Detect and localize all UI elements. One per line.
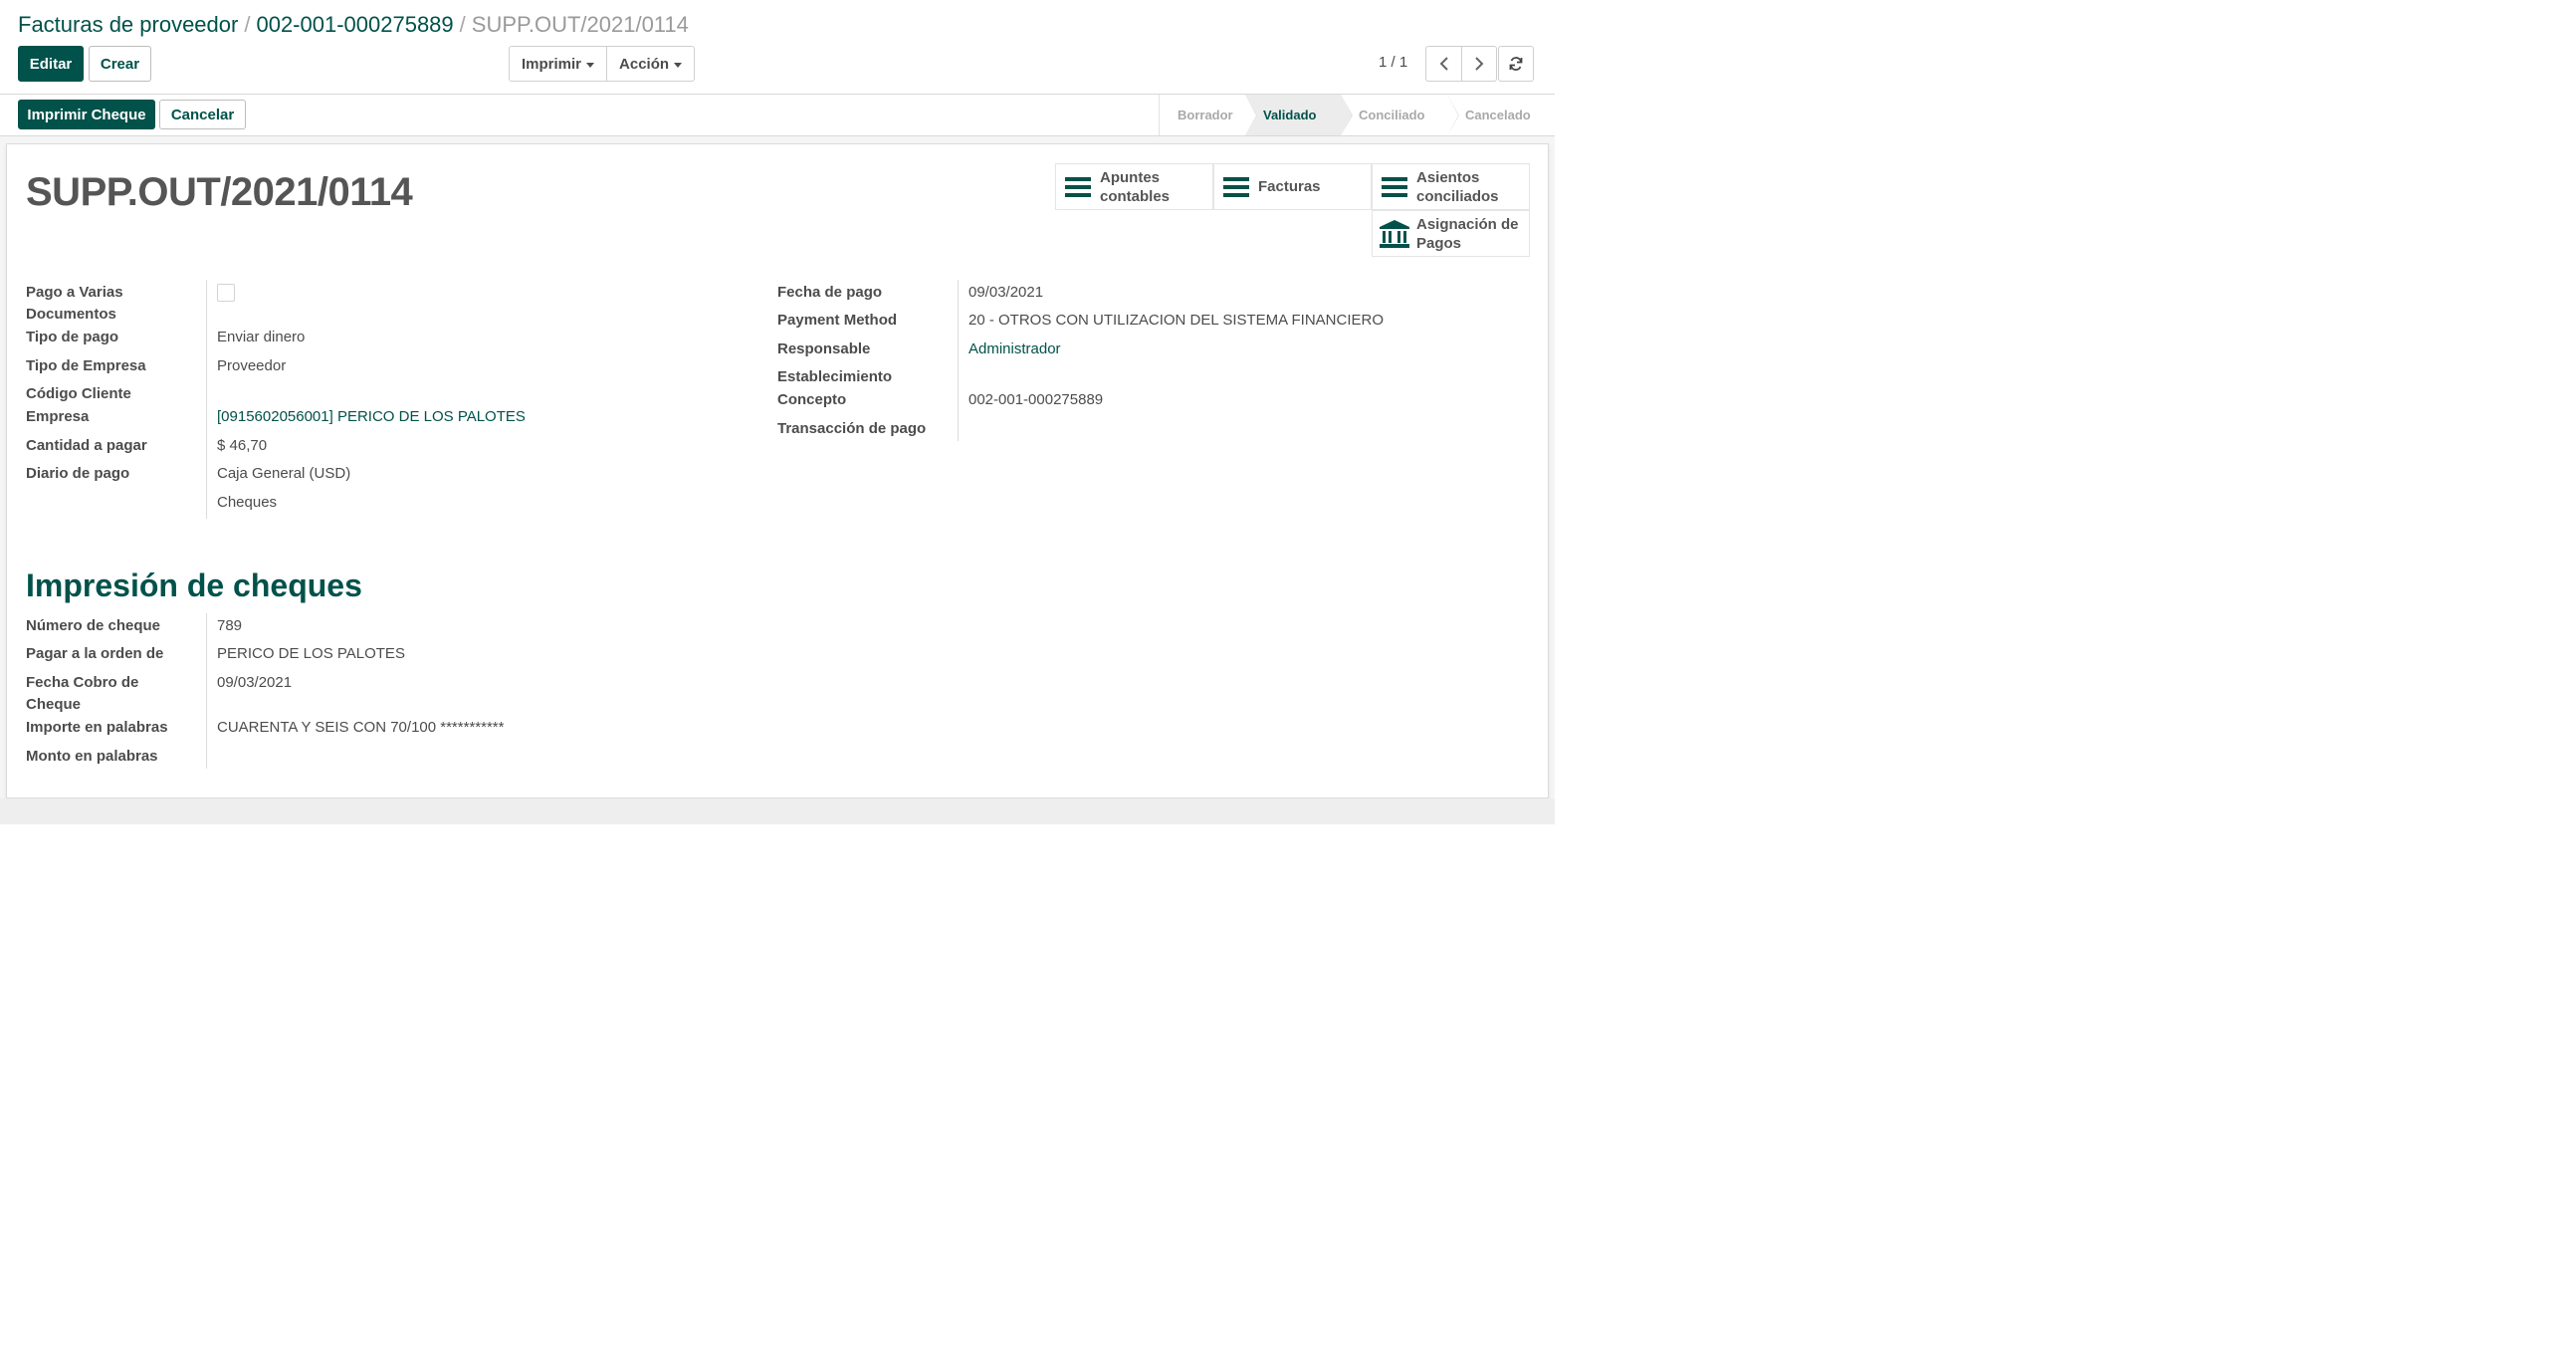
breadcrumb-current: SUPP.OUT/2021/0114 xyxy=(471,12,689,37)
refresh-button[interactable] xyxy=(1498,46,1534,82)
cancel-button[interactable]: Cancelar xyxy=(159,100,246,129)
caret-down-icon xyxy=(586,62,595,68)
responsible-label: Responsable xyxy=(777,340,871,357)
print-dropdown-label: Imprimir xyxy=(522,55,582,73)
journal-label: Diario de pago xyxy=(26,465,130,482)
pager-next-button[interactable] xyxy=(1461,47,1496,81)
smart-button-label: Asignación de Pagos xyxy=(1416,215,1519,252)
payment-assignment-smart-button[interactable]: Asignación de Pagos xyxy=(1372,210,1530,257)
stage-label: Cancelado xyxy=(1465,108,1531,122)
smart-button-label: Apuntes contables xyxy=(1100,168,1171,205)
stage-arrow-icon xyxy=(1341,95,1352,135)
stage-validated[interactable]: Validado xyxy=(1245,95,1353,135)
print-check-button[interactable]: Imprimir Cheque xyxy=(18,100,155,129)
establishment-label: Establecimiento xyxy=(777,368,893,385)
print-dropdown[interactable]: Imprimir xyxy=(510,47,606,81)
cash-date-value: 09/03/2021 xyxy=(217,674,293,691)
status-bar: Imprimir Cheque Cancelar Borrador Valida… xyxy=(0,95,1555,136)
multi-docs-label: Pago a Varias Documentos xyxy=(26,284,123,323)
partner-link[interactable]: [0915602056001] PERICO DE LOS PALOTES xyxy=(217,406,526,428)
amount-words-value: CUARENTA Y SEIS CON 70/100 *********** xyxy=(217,719,505,736)
amount-words2-label: Monto en palabras xyxy=(26,748,158,765)
check-number-label: Número de cheque xyxy=(26,617,161,634)
stage-label: Conciliado xyxy=(1359,108,1425,122)
field-separator xyxy=(958,280,959,441)
responsible-link[interactable]: Administrador xyxy=(968,339,1061,360)
journal-extra-value: Cheques xyxy=(217,494,278,511)
caret-down-icon xyxy=(674,62,683,68)
amount-value: $ 46,70 xyxy=(217,437,268,454)
stage-cancelled[interactable]: Cancelado xyxy=(1447,95,1555,135)
list-icon xyxy=(1056,176,1100,198)
stage-reconciled[interactable]: Conciliado xyxy=(1341,95,1459,135)
payment-method-label: Payment Method xyxy=(777,312,898,329)
breadcrumb: Facturas de proveedor/002-001-000275889/… xyxy=(18,11,689,39)
stage-label: Validado xyxy=(1263,108,1317,122)
partner-type-label: Tipo de Empresa xyxy=(26,357,146,374)
field-separator xyxy=(206,280,207,519)
status-stages: Borrador Validado Conciliado Cancelado xyxy=(1159,95,1555,135)
breadcrumb-item-vendor-bills[interactable]: Facturas de proveedor xyxy=(18,12,238,37)
payment-method-value: 20 - OTROS CON UTILIZACION DEL SISTEMA F… xyxy=(968,312,1385,329)
pay-to-label: Pagar a la orden de xyxy=(26,645,164,662)
payment-type-value: Enviar dinero xyxy=(217,329,306,345)
amount-label: Cantidad a pagar xyxy=(26,437,147,454)
bank-icon xyxy=(1373,219,1416,249)
amount-words-label: Importe en palabras xyxy=(26,719,168,736)
action-dropdown[interactable]: Acción xyxy=(606,47,694,81)
pager-previous-button[interactable] xyxy=(1426,47,1461,81)
record-title: SUPP.OUT/2021/0114 xyxy=(26,170,413,214)
pager-buttons xyxy=(1425,46,1497,82)
edit-button[interactable]: Editar xyxy=(18,46,84,82)
create-button[interactable]: Crear xyxy=(89,46,151,82)
payment-type-label: Tipo de pago xyxy=(26,329,119,345)
smart-button-label: Asientos conciliados xyxy=(1416,168,1499,205)
chevron-right-icon xyxy=(1475,57,1484,71)
check-number-value: 789 xyxy=(217,617,243,634)
action-dropdown-label: Acción xyxy=(619,55,670,73)
control-panel: Facturas de proveedor/002-001-000275889/… xyxy=(0,0,1555,95)
field-separator xyxy=(206,613,207,769)
stage-draft[interactable]: Borrador xyxy=(1160,95,1257,135)
pager-value[interactable]: 1 / 1 xyxy=(1379,54,1407,71)
breadcrumb-separator: / xyxy=(244,12,251,37)
transaction-label: Transacción de pago xyxy=(777,420,927,437)
cash-date-label: Fecha Cobro de Cheque xyxy=(26,674,139,713)
stage-arrow-icon xyxy=(1245,95,1256,135)
payment-date-label: Fecha de pago xyxy=(777,284,883,301)
refresh-icon xyxy=(1509,57,1523,71)
bottom-strip xyxy=(0,798,1555,824)
payment-date-value: 09/03/2021 xyxy=(968,284,1044,301)
list-icon xyxy=(1214,176,1258,198)
breadcrumb-item-invoice[interactable]: 002-001-000275889 xyxy=(256,12,453,37)
concept-value: 002-001-000275889 xyxy=(968,391,1104,408)
journal-value: Caja General (USD) xyxy=(217,465,351,482)
smart-button-label: Facturas xyxy=(1258,178,1321,195)
form-sheet: SUPP.OUT/2021/0114 Apuntes contables Fac… xyxy=(6,143,1549,798)
breadcrumb-separator: / xyxy=(459,12,466,37)
check-section-title: Impresión de cheques xyxy=(26,567,362,603)
pay-to-value: PERICO DE LOS PALOTES xyxy=(217,645,405,662)
stage-arrow-icon xyxy=(1447,95,1458,135)
client-code-label: Código Cliente xyxy=(26,385,131,402)
invoices-smart-button[interactable]: Facturas xyxy=(1213,163,1372,210)
action-dropdowns: Imprimir Acción xyxy=(509,46,696,82)
journal-items-smart-button[interactable]: Apuntes contables xyxy=(1055,163,1213,210)
partner-type-value: Proveedor xyxy=(217,357,287,374)
chevron-left-icon xyxy=(1439,57,1448,71)
stage-label: Borrador xyxy=(1178,108,1233,122)
concept-label: Concepto xyxy=(777,391,847,408)
partner-label: Empresa xyxy=(26,408,90,425)
list-icon xyxy=(1373,176,1416,198)
reconciled-entries-smart-button[interactable]: Asientos conciliados xyxy=(1372,163,1530,210)
multi-docs-checkbox[interactable] xyxy=(217,284,235,302)
